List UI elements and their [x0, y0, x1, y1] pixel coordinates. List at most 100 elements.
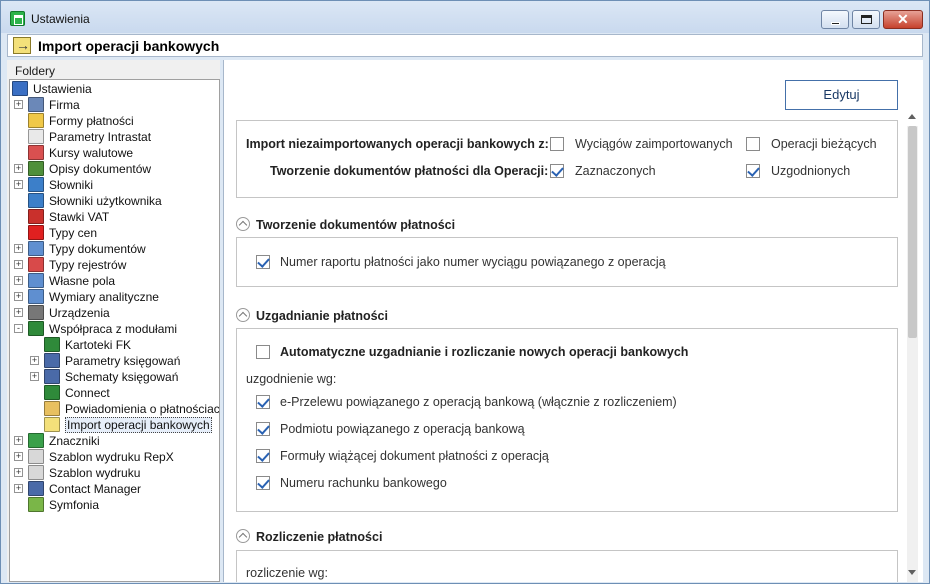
- tree-item-label: Schematy księgowań: [65, 370, 179, 384]
- tree-item[interactable]: - Współpraca z modułami: [10, 321, 219, 337]
- tree-item[interactable]: + Wymiary analityczne: [10, 289, 219, 305]
- settlement-by-label: rozliczenie wg:: [246, 566, 328, 580]
- documents-icon: [28, 241, 44, 256]
- tree-item-label: Ustawienia: [33, 82, 92, 96]
- notification-icon: [44, 401, 60, 416]
- scrollbar-thumb[interactable]: [908, 126, 917, 338]
- tree-item[interactable]: + Parametry księgowań: [10, 353, 219, 369]
- tree-item-label: Kartoteki FK: [65, 338, 132, 352]
- document-icon: [28, 129, 44, 144]
- minimize-button[interactable]: [821, 10, 849, 29]
- expand-toggle-icon[interactable]: +: [14, 100, 23, 109]
- selected-checkbox[interactable]: [550, 164, 564, 178]
- expand-toggle-icon[interactable]: +: [14, 484, 23, 493]
- tree-item-label: Import operacji bankowych: [65, 417, 212, 433]
- payment-settlement-header[interactable]: Rozliczenie płatności: [236, 529, 382, 544]
- tree-item[interactable]: Powiadomienia o płatnościach: [10, 401, 219, 417]
- minimize-icon: [831, 22, 840, 25]
- building-icon: [28, 97, 44, 112]
- tree-item-label: Typy dokumentów: [49, 242, 146, 256]
- folders-tree[interactable]: Ustawienia + Firma Formy płatności Parametry…: [9, 79, 220, 582]
- eprzelew-checkbox[interactable]: [256, 395, 270, 409]
- edit-button[interactable]: Edytuj: [785, 80, 898, 110]
- expand-toggle-icon[interactable]: +: [14, 276, 23, 285]
- expand-toggle-icon[interactable]: +: [14, 180, 23, 189]
- expand-toggle-icon[interactable]: +: [30, 372, 39, 381]
- expand-toggle-icon[interactable]: +: [14, 260, 23, 269]
- scroll-down-icon[interactable]: [908, 570, 916, 575]
- tree-item[interactable]: Kursy walutowe: [10, 145, 219, 161]
- tree-item[interactable]: Formy płatności: [10, 113, 219, 129]
- tree-item[interactable]: + Własne pola: [10, 273, 219, 289]
- expand-toggle-icon[interactable]: +: [14, 468, 23, 477]
- tree-item[interactable]: Ustawienia: [10, 81, 219, 97]
- tree-item[interactable]: Stawki VAT: [10, 209, 219, 225]
- tree-item-label: Słowniki: [49, 178, 94, 192]
- expand-toggle-icon[interactable]: +: [14, 292, 23, 301]
- close-button[interactable]: ✕: [883, 10, 923, 29]
- expand-toggle-icon[interactable]: +: [14, 244, 23, 253]
- tree-item[interactable]: Słowniki użytkownika: [10, 193, 219, 209]
- tree-item[interactable]: + Schematy księgowań: [10, 369, 219, 385]
- tree-item[interactable]: + Contact Manager: [10, 481, 219, 497]
- imported-statements-checkbox[interactable]: [550, 137, 564, 151]
- create-payment-docs-header[interactable]: Tworzenie dokumentów płatności: [236, 217, 455, 232]
- collapse-toggle-icon[interactable]: -: [14, 324, 23, 333]
- tree-item[interactable]: + Opisy dokumentów: [10, 161, 219, 177]
- matching-by-label: uzgodnienie wg:: [246, 372, 337, 386]
- tree-item[interactable]: Connect: [10, 385, 219, 401]
- tree-item[interactable]: Typy cen: [10, 225, 219, 241]
- tree-item[interactable]: Parametry Intrastat: [10, 129, 219, 145]
- template-folder-icon: [28, 465, 44, 480]
- module-icon: [28, 321, 44, 336]
- report-number-checkbox[interactable]: [256, 255, 270, 269]
- maximize-button[interactable]: [852, 10, 880, 29]
- current-operations-checkbox[interactable]: [746, 137, 760, 151]
- expand-toggle-icon[interactable]: +: [14, 308, 23, 317]
- tree-item[interactable]: + Urządzenia: [10, 305, 219, 321]
- tree-item[interactable]: + Słowniki: [10, 177, 219, 193]
- current-operations-label: Operacji bieżących: [771, 137, 877, 151]
- expand-toggle-icon[interactable]: +: [14, 436, 23, 445]
- tree-item[interactable]: + Szablon wydruku RepX: [10, 449, 219, 465]
- eprzelew-label: e-Przelewu powiązanego z operacją bankow…: [280, 395, 677, 409]
- tree-item[interactable]: + Typy dokumentów: [10, 241, 219, 257]
- scroll-up-icon[interactable]: [908, 114, 916, 119]
- tree-item-label: Typy rejestrów: [49, 258, 127, 272]
- expand-toggle-icon[interactable]: +: [30, 356, 39, 365]
- create-documents-label: Tworzenie dokumentów płatności dla Opera…: [270, 164, 549, 178]
- auto-matching-checkbox[interactable]: [256, 345, 270, 359]
- entity-checkbox[interactable]: [256, 422, 270, 436]
- tree-item-label: Symfonia: [49, 498, 100, 512]
- tree-item-label: Connect: [65, 386, 110, 400]
- expand-toggle-icon[interactable]: +: [14, 452, 23, 461]
- account-number-checkbox[interactable]: [256, 476, 270, 490]
- expand-toggle-icon[interactable]: +: [14, 164, 23, 173]
- import-arrow-icon: [13, 37, 31, 54]
- matched-checkbox[interactable]: [746, 164, 760, 178]
- tree-item[interactable]: Kartoteki FK: [10, 337, 219, 353]
- tree-item-label: Wymiary analityczne: [49, 290, 159, 304]
- tree-item[interactable]: + Znaczniki: [10, 433, 219, 449]
- tree-item-label: Współpraca z modułami: [49, 322, 178, 336]
- collapse-icon[interactable]: [236, 308, 250, 322]
- collapse-icon[interactable]: [236, 529, 250, 543]
- vertical-scrollbar[interactable]: [907, 114, 918, 582]
- formula-checkbox[interactable]: [256, 449, 270, 463]
- tree-item[interactable]: Symfonia: [10, 497, 219, 513]
- tree-item-label: Szablon wydruku: [49, 466, 141, 480]
- collapse-icon[interactable]: [236, 217, 250, 231]
- tree-item[interactable]: + Szablon wydruku: [10, 465, 219, 481]
- payment-matching-header[interactable]: Uzgadnianie płatności: [236, 308, 388, 323]
- title-bar[interactable]: Ustawienia ✕: [1, 1, 929, 33]
- fields-icon: [28, 273, 44, 288]
- page-title: Import operacji bankowych: [38, 38, 220, 54]
- tree-item-label: Powiadomienia o płatnościach: [65, 402, 220, 416]
- tree-item[interactable]: + Firma: [10, 97, 219, 113]
- tree-item[interactable]: Import operacji bankowych: [10, 417, 219, 433]
- tree-item[interactable]: + Typy rejestrów: [10, 257, 219, 273]
- folders-label: Foldery: [15, 64, 56, 78]
- settings-window: Ustawienia ✕ Import operacji bankowych F…: [0, 0, 930, 584]
- create-payment-docs-title: Tworzenie dokumentów płatności: [256, 218, 456, 232]
- selected-label: Zaznaczonych: [575, 164, 656, 178]
